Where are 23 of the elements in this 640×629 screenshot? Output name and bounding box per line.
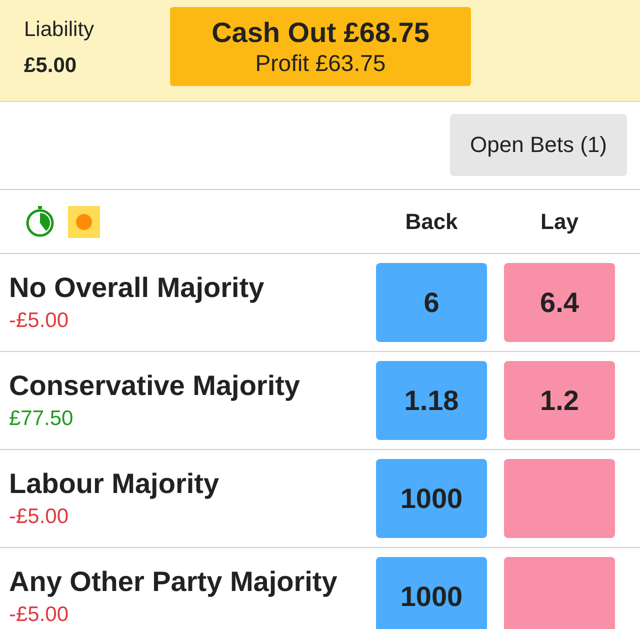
runner-name: Any Other Party Majority [9,565,338,599]
column-header: Lay [540,208,580,234]
back-price-button[interactable]: 1000 [376,557,487,629]
back-price-button[interactable]: 6 [376,263,487,342]
back-price-button[interactable]: 1000 [376,459,487,538]
cash-out-button[interactable]: Cash Out £68.75 Profit £63.75 [170,7,471,86]
open-bets-button[interactable]: Open Bets (1) [450,114,627,176]
lay-price-button[interactable]: 6.4 [504,263,615,342]
back-price-button[interactable]: 1.18 [376,361,487,440]
lay-price-button[interactable] [504,557,615,629]
liability-label: Liability [24,17,96,43]
runner-name: Conservative Majority [9,369,301,403]
timer-icon [25,206,55,237]
lay-price-button[interactable] [504,459,615,538]
runner-name: Labour Majority [9,467,220,501]
column-header: Back [404,208,459,234]
lay-price-button[interactable]: 1.2 [504,361,615,440]
profit-loss-amount: £77.50 [9,406,74,432]
liability-amount: £5.00 [24,53,78,79]
profit-loss-amount: -£5.00 [9,308,70,334]
profit-loss-amount: -£5.00 [9,504,70,530]
profit-loss-amount: -£5.00 [9,602,70,628]
runner-name: No Overall Majority [9,271,266,305]
